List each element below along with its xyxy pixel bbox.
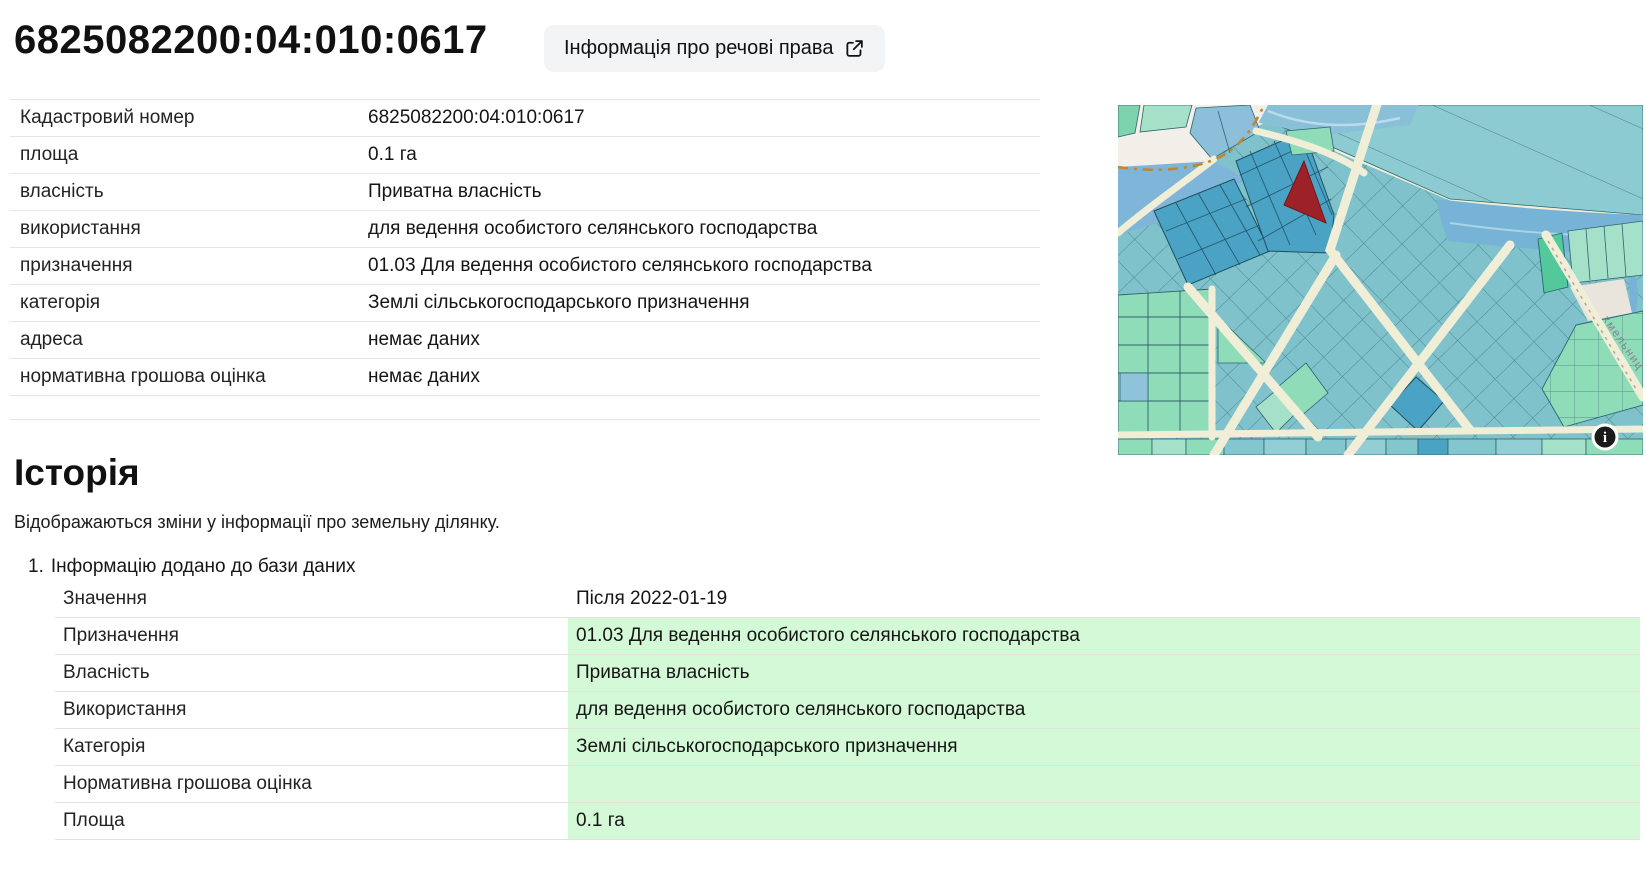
details-row-value: Приватна власність	[368, 181, 1040, 203]
property-rights-button-label: Інформація про речові права	[564, 37, 833, 60]
history-entry-label: Інформацію додано до бази даних	[51, 556, 356, 577]
history-row-label: Нормативна грошова оцінка	[55, 766, 568, 802]
details-row: площа 0.1 га	[10, 137, 1040, 174]
details-row-label: нормативна грошова оцінка	[20, 366, 368, 388]
history-row-label: Власність	[55, 655, 568, 691]
history-row-label: Призначення	[55, 618, 568, 654]
history-row-value: Після 2022-01-19	[568, 581, 1640, 617]
details-row-label: власність	[20, 181, 368, 203]
cadastral-map[interactable]: хмельниц i	[1118, 105, 1643, 455]
details-row-value: 6825082200:04:010:0617	[368, 107, 1040, 129]
details-row: призначення 01.03 Для ведення особистого…	[10, 248, 1040, 285]
history-row-label: Площа	[55, 803, 568, 839]
history-row-label: Значення	[55, 581, 568, 617]
cadastral-map-canvas: хмельниц i	[1118, 105, 1643, 455]
history-entry-number: 1.	[28, 556, 44, 577]
details-row-label: площа	[20, 144, 368, 166]
details-row: власність Приватна власність	[10, 174, 1040, 211]
parcel-details-table: Кадастровий номер 6825082200:04:010:0617…	[10, 99, 1040, 420]
details-row-value: для ведення особистого селянського госпо…	[368, 218, 1040, 240]
info-icon: i	[1603, 430, 1607, 446]
history-row: Призначення 01.03 Для ведення особистого…	[55, 618, 1640, 655]
history-row-value	[568, 766, 1640, 802]
history-row: Власність Приватна власність	[55, 655, 1640, 692]
details-row-value: 0.1 га	[368, 144, 1040, 166]
details-row-label: використання	[20, 218, 368, 240]
history-table: Значення Після 2022-01-19 Призначення 01…	[55, 581, 1640, 840]
details-row: адреса немає даних	[10, 322, 1040, 359]
details-row-value: немає даних	[368, 329, 1040, 351]
details-row-value: Землі сільськогосподарського призначення	[368, 292, 1040, 314]
details-row: нормативна грошова оцінка немає даних	[10, 359, 1040, 396]
details-row-label: адреса	[20, 329, 368, 351]
history-row: Значення Після 2022-01-19	[55, 581, 1640, 618]
details-row-label: Кадастровий номер	[20, 107, 368, 129]
history-row: Категорія Землі сільськогосподарського п…	[55, 729, 1640, 766]
details-row: категорія Землі сільськогосподарського п…	[10, 285, 1040, 322]
property-rights-button[interactable]: Інформація про речові права	[544, 25, 885, 72]
details-row-value: 01.03 Для ведення особистого селянського…	[368, 255, 1040, 277]
history-row: Площа 0.1 га	[55, 803, 1640, 840]
details-row: використання для ведення особистого селя…	[10, 211, 1040, 248]
history-description: Відображаються зміни у інформації про зе…	[14, 512, 500, 533]
history-row-value: Приватна власність	[568, 655, 1640, 691]
external-link-icon	[844, 38, 865, 59]
details-row-label: категорія	[20, 292, 368, 314]
history-row-label: Категорія	[55, 729, 568, 765]
page-title: 6825082200:04:010:0617	[14, 18, 488, 63]
history-row: Використання для ведення особистого селя…	[55, 692, 1640, 729]
history-row-value: 01.03 Для ведення особистого селянського…	[568, 618, 1640, 654]
history-row-value: Землі сільськогосподарського призначення	[568, 729, 1640, 765]
details-row-label: призначення	[20, 255, 368, 277]
history-row: Нормативна грошова оцінка	[55, 766, 1640, 803]
details-row: Кадастровий номер 6825082200:04:010:0617	[10, 100, 1040, 137]
history-row-value: 0.1 га	[568, 803, 1640, 839]
history-row-label: Використання	[55, 692, 568, 728]
details-row-value: немає даних	[368, 366, 1040, 388]
history-entry-title: 1. Інформацію додано до бази даних	[28, 556, 355, 578]
history-heading: Історія	[14, 452, 140, 494]
map-info-button[interactable]: i	[1592, 424, 1619, 451]
history-row-value: для ведення особистого селянського госпо…	[568, 692, 1640, 728]
